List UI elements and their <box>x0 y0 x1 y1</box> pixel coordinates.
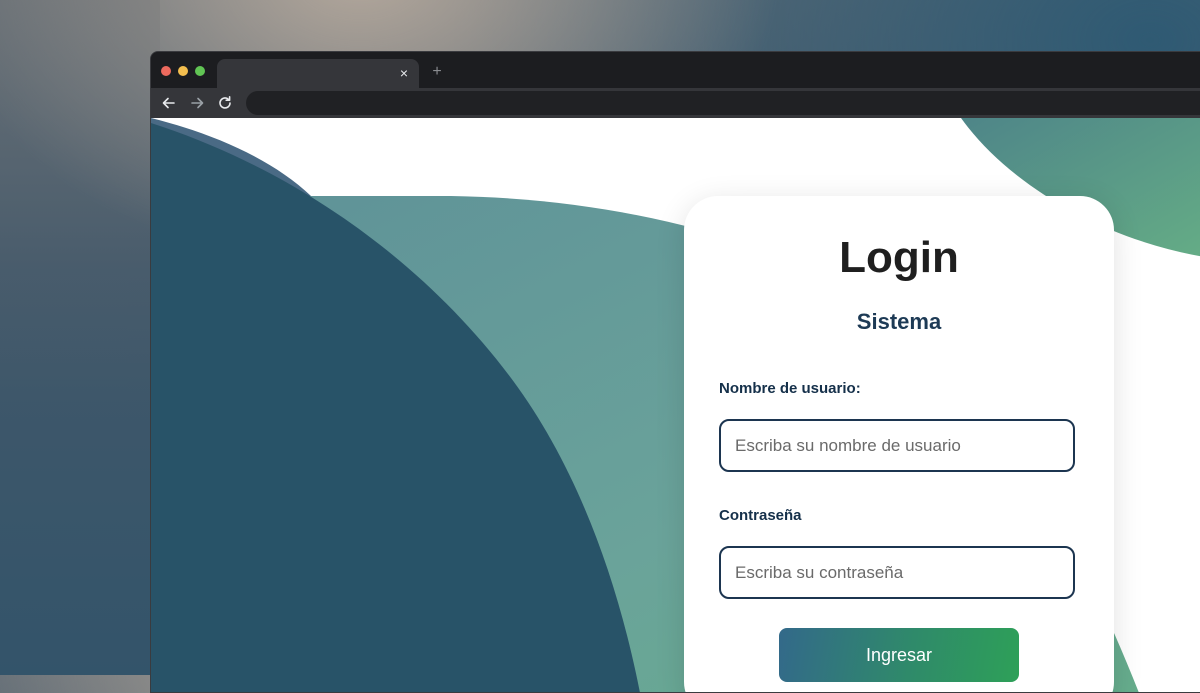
password-input[interactable] <box>719 546 1075 599</box>
maximize-window-button[interactable] <box>195 66 205 76</box>
password-label: Contraseña <box>719 507 802 524</box>
page-viewport: Login Sistema Nombre de usuario: Contras… <box>151 118 1200 692</box>
username-input[interactable] <box>719 419 1075 472</box>
browser-toolbar <box>151 88 1200 118</box>
close-window-button[interactable] <box>161 66 171 76</box>
back-arrow-icon[interactable] <box>159 93 179 113</box>
address-bar[interactable] <box>246 91 1200 115</box>
reload-icon[interactable] <box>215 93 235 113</box>
browser-window: × + Login Sistema Nombre de usuario: Esc… <box>150 51 1200 693</box>
tab-close-icon[interactable]: × <box>397 64 411 82</box>
forward-arrow-icon[interactable] <box>187 93 207 113</box>
minimize-window-button[interactable] <box>178 66 188 76</box>
browser-titlebar: × + <box>151 52 1200 88</box>
login-card: Login Sistema Nombre de usuario: Contras… <box>684 196 1114 692</box>
browser-tab[interactable]: × <box>217 59 419 88</box>
login-title: Login <box>839 233 959 282</box>
login-submit-button[interactable]: Ingresar <box>779 628 1019 682</box>
system-subtitle: Sistema <box>856 309 942 334</box>
new-tab-button[interactable]: + <box>429 62 445 82</box>
username-label: Nombre de usuario: <box>719 380 861 397</box>
desktop-background <box>0 0 160 675</box>
